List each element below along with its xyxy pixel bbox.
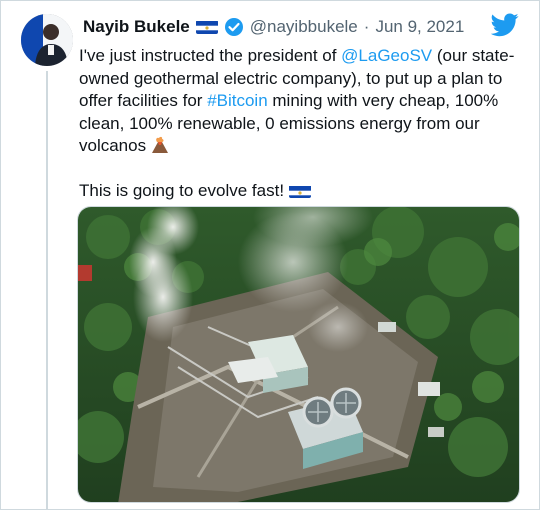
tweet-paragraph-2: This is going to evolve fast! [79, 180, 519, 203]
hashtag-link[interactable]: #Bitcoin [207, 91, 267, 110]
tweet-text-line2: This is going to evolve fast! [79, 180, 285, 200]
mention-link[interactable]: @LaGeoSV [341, 46, 432, 65]
el-salvador-flag-icon [195, 20, 218, 34]
avatar[interactable] [21, 14, 73, 66]
tweet-card[interactable]: Nayib Bukele @nayibbukele · Jun 9, 2021 … [0, 0, 540, 510]
tweet-text: I've just instructed the president of @L… [79, 45, 519, 202]
twitter-bird-icon[interactable] [490, 13, 519, 37]
tweet-paragraph-1: I've just instructed the president of @L… [79, 45, 519, 158]
header-separator: · [363, 17, 370, 36]
tweet-header: Nayib Bukele @nayibbukele · Jun 9, 2021 [83, 15, 464, 39]
author-handle[interactable]: @nayibbukele [250, 17, 358, 37]
el-salvador-flag-icon [288, 184, 311, 199]
tweet-date[interactable]: Jun 9, 2021 [375, 17, 464, 37]
tweet-media-image[interactable] [77, 206, 520, 503]
verified-badge-icon [224, 17, 244, 37]
volcano-emoji-icon [151, 136, 169, 154]
thread-line [46, 71, 48, 510]
author-name[interactable]: Nayib Bukele [83, 17, 190, 37]
geothermal-plant-photo [78, 207, 519, 502]
tweet-text-part1: I've just instructed the president of [79, 46, 342, 65]
